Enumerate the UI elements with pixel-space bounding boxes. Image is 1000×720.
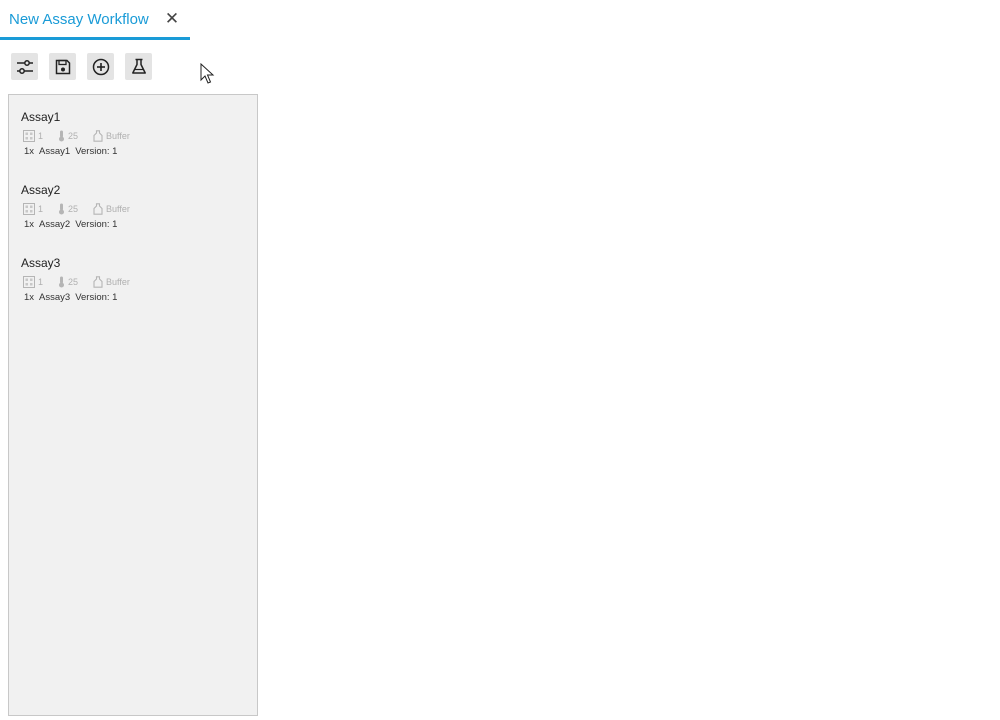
assay-version: Version: 1 bbox=[75, 292, 118, 303]
plate-count: 1 bbox=[23, 275, 43, 289]
buffer-value: Buffer bbox=[106, 204, 130, 214]
temperature-value: 25 bbox=[68, 204, 79, 214]
assay-multiplier: 1x bbox=[24, 219, 35, 230]
assay-ref-name: Assay3 bbox=[39, 292, 71, 303]
temperature: 25 bbox=[58, 275, 78, 289]
plate-icon bbox=[23, 276, 35, 288]
thermometer-icon bbox=[59, 130, 64, 142]
settings-button[interactable] bbox=[11, 53, 38, 80]
plate-icon bbox=[23, 130, 35, 142]
assay-info-line: 1x Assay1 Version: 1 bbox=[24, 146, 122, 157]
tab-bar: New Assay Workflow ✕ bbox=[0, 0, 1000, 40]
assay-name: Assay3 bbox=[21, 256, 61, 270]
temperature: 25 bbox=[58, 202, 78, 216]
tab-label: New Assay Workflow bbox=[9, 11, 149, 28]
thermometer-icon bbox=[59, 276, 64, 288]
flask-icon bbox=[131, 58, 146, 74]
plate-icon bbox=[23, 203, 35, 215]
assay-multiplier: 1x bbox=[24, 292, 35, 303]
save-button[interactable] bbox=[49, 53, 76, 80]
temperature-value: 25 bbox=[68, 277, 79, 287]
assay-info-line: 1x Assay2 Version: 1 bbox=[24, 219, 122, 230]
plate-count-value: 1 bbox=[38, 131, 44, 141]
assay-list-panel: Assay1 1 25 Buffer 1x Assay1 Version: 1 … bbox=[8, 94, 258, 716]
buffer: Buffer bbox=[93, 275, 130, 289]
buffer-value: Buffer bbox=[106, 277, 130, 287]
assay-info-line: 1x Assay3 Version: 1 bbox=[24, 292, 122, 303]
plate-count-value: 1 bbox=[38, 277, 44, 287]
assay-name: Assay2 bbox=[21, 183, 61, 197]
buffer-value: Buffer bbox=[106, 131, 130, 141]
mouse-cursor-icon bbox=[200, 63, 215, 84]
save-icon bbox=[55, 59, 70, 74]
temperature: 25 bbox=[58, 129, 78, 143]
thermometer-icon bbox=[59, 203, 64, 215]
add-circle-icon bbox=[92, 58, 109, 75]
assay-ref-name: Assay1 bbox=[39, 146, 71, 157]
assay-version: Version: 1 bbox=[75, 146, 118, 157]
assay-item[interactable]: Assay1 1 25 Buffer 1x Assay1 Version: 1 bbox=[21, 110, 246, 170]
bottle-icon bbox=[93, 130, 103, 142]
assay-ref-name: Assay2 bbox=[39, 219, 71, 230]
buffer: Buffer bbox=[93, 129, 130, 143]
plate-count-value: 1 bbox=[38, 204, 44, 214]
plate-count: 1 bbox=[23, 129, 43, 143]
buffer: Buffer bbox=[93, 202, 130, 216]
close-icon[interactable]: ✕ bbox=[163, 9, 181, 29]
assay-item[interactable]: Assay3 1 25 Buffer 1x Assay3 Version: 1 bbox=[21, 256, 246, 316]
assay-item[interactable]: Assay2 1 25 Buffer 1x Assay2 Version: 1 bbox=[21, 183, 246, 243]
assay-version: Version: 1 bbox=[75, 219, 118, 230]
plate-count: 1 bbox=[23, 202, 43, 216]
tab-new-assay-workflow[interactable]: New Assay Workflow ✕ bbox=[0, 0, 190, 40]
assay-multiplier: 1x bbox=[24, 146, 35, 157]
assay-name: Assay1 bbox=[21, 110, 61, 124]
bottle-icon bbox=[93, 203, 103, 215]
run-assay-button[interactable] bbox=[125, 53, 152, 80]
temperature-value: 25 bbox=[68, 131, 79, 141]
add-button[interactable] bbox=[87, 53, 114, 80]
bottle-icon bbox=[93, 276, 103, 288]
sliders-icon bbox=[16, 59, 33, 74]
